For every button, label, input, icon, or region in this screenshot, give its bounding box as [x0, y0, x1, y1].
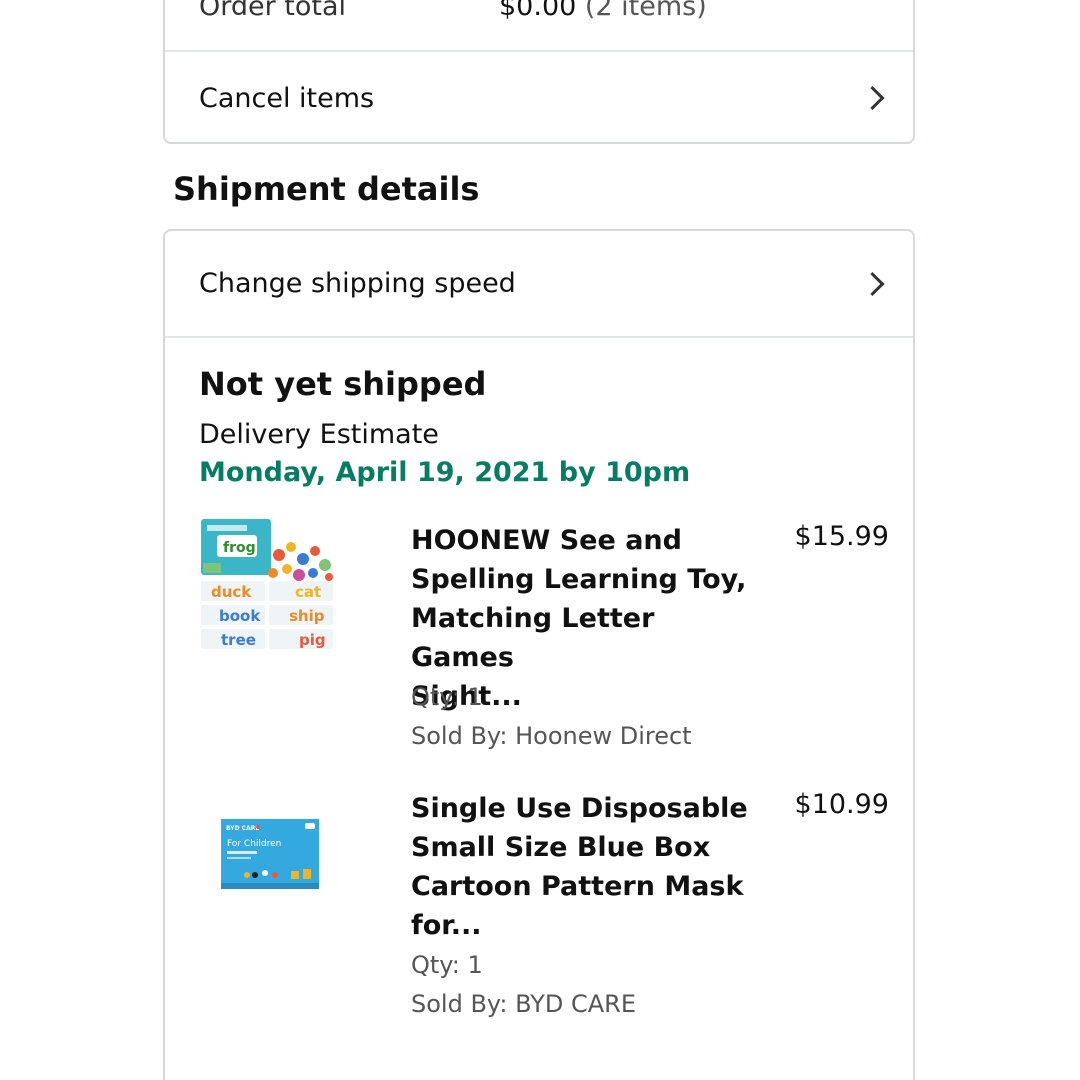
item-seller: Sold By: BYD CARE	[411, 990, 637, 1018]
thumb-word-pig: pig	[299, 631, 326, 649]
item-title-line: Spelling Learning Toy,	[411, 564, 747, 595]
item-title-line: HOONEW See and	[411, 525, 682, 556]
item-title-line: Cartoon Pattern Mask	[411, 871, 744, 902]
order-total-amount: $0.00	[499, 0, 577, 22]
item-title[interactable]: Single Use Disposable Small Size Blue Bo…	[411, 789, 751, 945]
cancel-items-row[interactable]: Cancel items	[165, 52, 913, 144]
order-details-page: Order total $0.00 (2 items) Cancel items…	[0, 0, 1080, 1080]
thumb-label-text: For Children	[227, 839, 281, 849]
order-total-row: Order total $0.00 (2 items)	[165, 0, 913, 52]
order-total-items: (2 items)	[584, 0, 707, 22]
item-title-line: Matching Letter Games	[411, 603, 655, 673]
cancel-items-label: Cancel items	[199, 82, 375, 114]
item-price: $15.99	[794, 521, 889, 552]
thumb-word-cat: cat	[295, 583, 321, 601]
delivery-estimate-label: Delivery Estimate	[199, 419, 439, 450]
thumb-word-ship: ship	[289, 607, 325, 625]
item-title-line: for...	[411, 910, 482, 941]
chevron-right-icon	[860, 271, 885, 296]
item-quantity: Qty: 1	[411, 683, 483, 711]
order-summary-card: Order total $0.00 (2 items) Cancel items	[163, 0, 915, 144]
thumb-word-duck: duck	[211, 583, 252, 601]
item-title-line: Single Use Disposable	[411, 793, 748, 824]
thumb-word-frog: frog	[223, 540, 256, 556]
delivery-estimate-date: Monday, April 19, 2021 by 10pm	[199, 457, 691, 488]
product-image-spelling-toy[interactable]: frog duck cat book ship tree pig	[199, 515, 341, 657]
chevron-right-icon	[860, 85, 885, 111]
product-image-mask-box[interactable]: BYD CARE For Children	[199, 783, 341, 925]
shipment-status: Not yet shipped	[199, 365, 487, 403]
thumb-word-book: book	[219, 607, 261, 625]
thumb-brand-text: BYD CARE	[226, 825, 259, 832]
thumb-word-tree: tree	[221, 631, 256, 649]
change-shipping-speed-label: Change shipping speed	[199, 268, 516, 299]
item-price: $10.99	[794, 789, 889, 820]
item-seller: Sold By: Hoonew Direct	[411, 722, 692, 750]
change-shipping-speed-row[interactable]: Change shipping speed	[165, 231, 913, 338]
shipment-card: Change shipping speed Not yet shipped De…	[163, 229, 915, 1080]
order-total-value: $0.00 (2 items)	[499, 0, 707, 22]
item-title-line: Small Size Blue Box	[411, 832, 711, 863]
shipment-details-heading: Shipment details	[173, 170, 480, 208]
order-total-label: Order total	[199, 0, 347, 22]
item-quantity: Qty: 1	[411, 951, 483, 979]
